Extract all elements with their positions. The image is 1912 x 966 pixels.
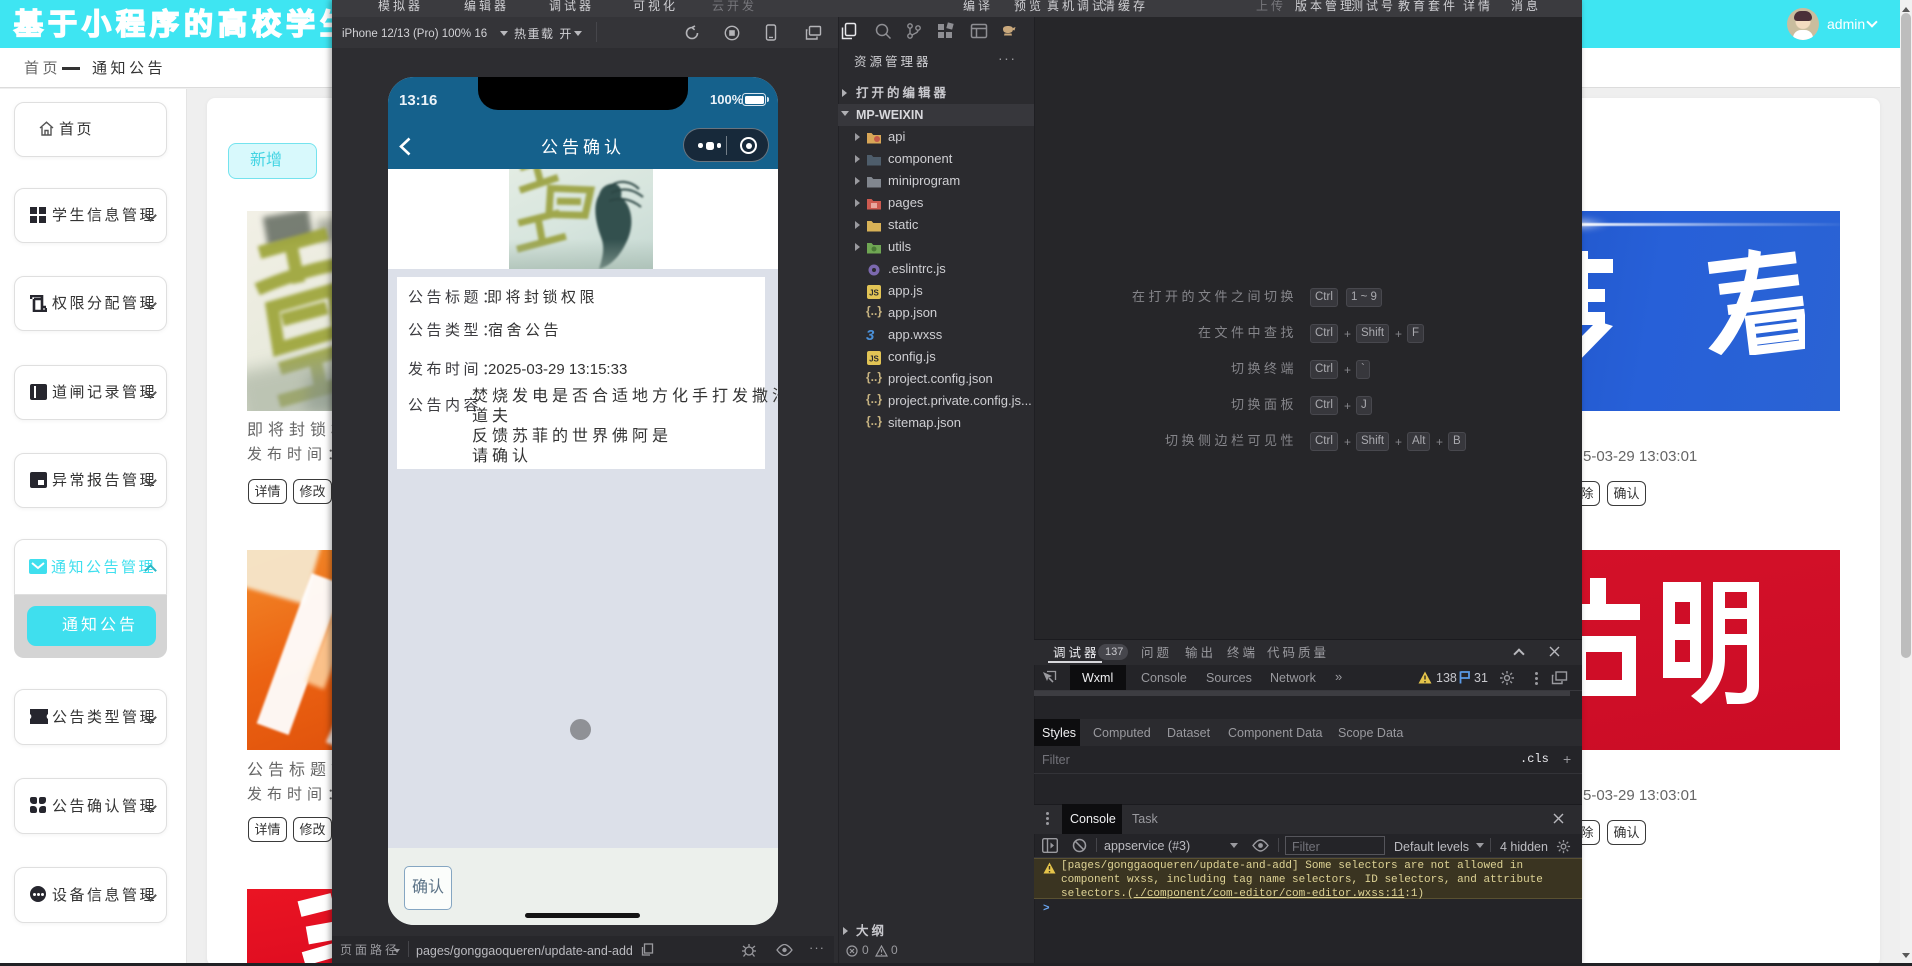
svg-text:JS: JS [869, 289, 879, 298]
svg-text:JS: JS [869, 355, 879, 364]
